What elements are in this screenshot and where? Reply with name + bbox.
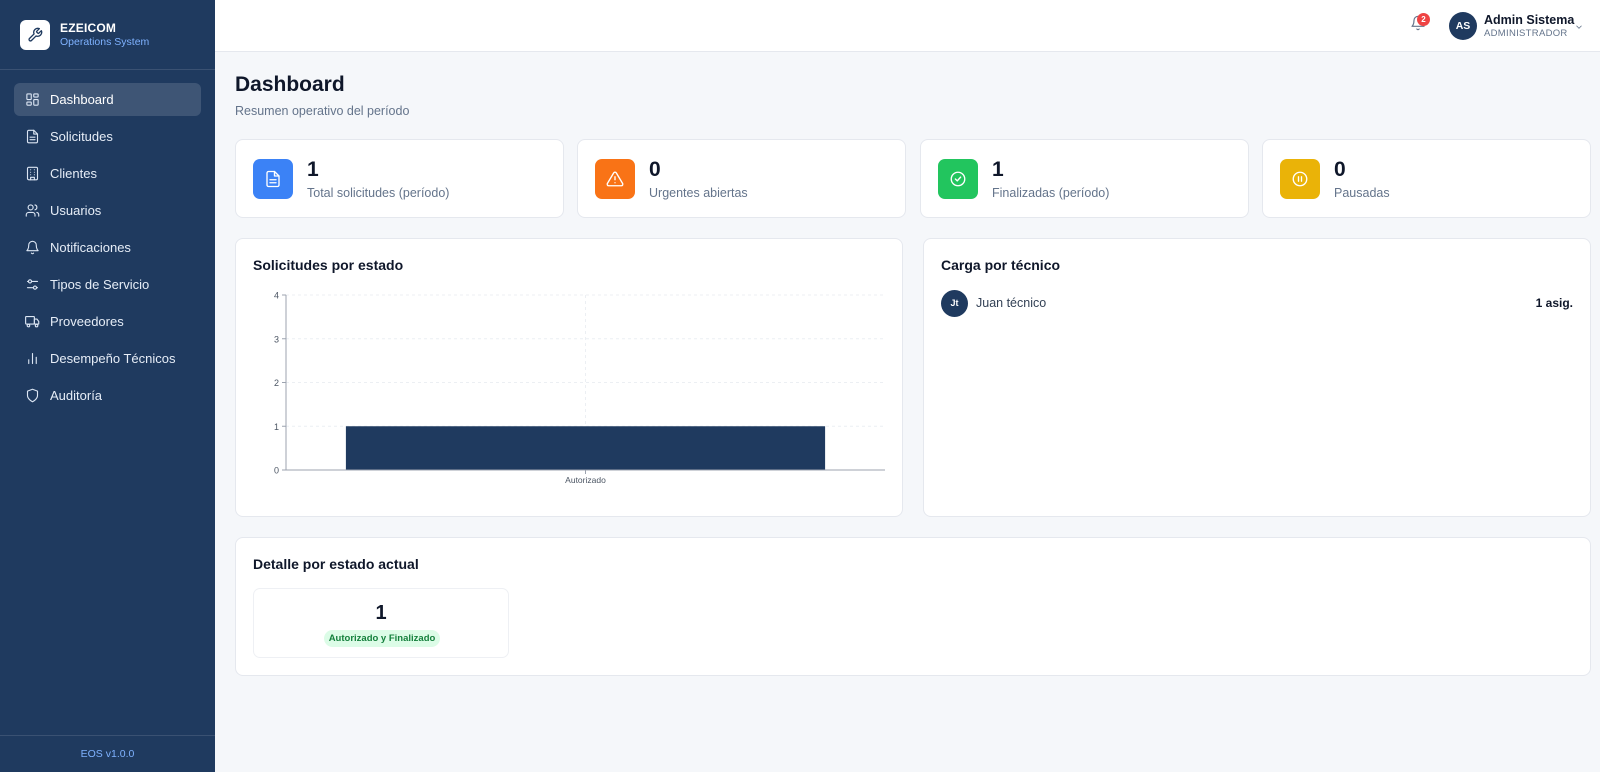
stat-card-urgentes-abiertas: 0 Urgentes abiertas	[577, 139, 906, 218]
user-name: Admin Sistema	[1484, 13, 1575, 27]
sidebar-item-label: Usuarios	[50, 203, 102, 218]
truck-icon	[24, 314, 40, 330]
y-tick-label: 4	[274, 291, 279, 301]
notification-count-badge: 2	[1417, 13, 1430, 26]
pause-circle-icon	[1280, 159, 1320, 199]
tech-count: 1 asig.	[1535, 296, 1573, 310]
brand-name: EZEICOM	[60, 21, 117, 35]
tech-name: Juan técnico	[976, 296, 1047, 310]
stat-card-pausadas: 0 Pausadas	[1262, 139, 1591, 218]
sidebar-item-dashboard[interactable]: Dashboard	[14, 83, 201, 116]
sidebar-item-label: Auditoría	[50, 388, 103, 403]
sidebar-item-label: Notificaciones	[50, 240, 131, 255]
avatar: Jt	[941, 289, 968, 317]
stat-label: Finalizadas (período)	[992, 186, 1110, 200]
bell-icon	[24, 240, 40, 256]
sidebar-item-label: Dashboard	[50, 92, 114, 107]
grid-icon	[24, 92, 40, 108]
sidebar-item-solicitudes[interactable]: Solicitudes	[14, 120, 201, 153]
brand-subtitle: Operations System	[60, 36, 150, 48]
sidebar-item-auditoria[interactable]: Auditoría	[14, 379, 201, 412]
chevron-down-icon[interactable]	[1574, 19, 1586, 31]
sidebar-item-notificaciones[interactable]: Notificaciones	[14, 231, 201, 264]
sidebar-item-label: Tipos de Servicio	[50, 277, 150, 292]
status-chart-card: Solicitudes por estado 0 1 2 3 4 Autorizado	[235, 238, 903, 517]
stat-label: Urgentes abiertas	[649, 186, 748, 200]
x-tick-label: Autorizado	[565, 475, 606, 485]
user-avatar[interactable]: AS	[1449, 12, 1477, 40]
bar-chart-icon	[24, 351, 40, 367]
y-tick-label: 0	[274, 466, 279, 476]
y-tick-label: 3	[274, 334, 279, 344]
list-item: Jt Juan técnico 1 asig.	[941, 289, 1573, 317]
document-icon	[24, 129, 40, 145]
y-tick-label: 2	[274, 378, 279, 388]
stat-value: 0	[1334, 158, 1346, 181]
topbar	[215, 0, 1600, 52]
detail-card: Detalle por estado actual 1 Autorizado y…	[235, 537, 1591, 676]
check-circle-icon	[938, 159, 978, 199]
page-title: Dashboard	[235, 73, 345, 96]
user-role: ADMINISTRADOR	[1484, 28, 1568, 39]
page-subtitle: Resumen operativo del período	[235, 104, 410, 118]
stat-card-total-solicitudes: 1 Total solicitudes (período)	[235, 139, 564, 218]
stat-value: 0	[649, 158, 661, 181]
stat-card-finalizadas: 1 Finalizadas (período)	[920, 139, 1249, 218]
warning-icon	[595, 159, 635, 199]
shield-icon	[24, 388, 40, 404]
status-detail-item: 1 Autorizado y Finalizado	[253, 588, 509, 658]
sidebar-item-usuarios[interactable]: Usuarios	[14, 194, 201, 227]
stat-value: 1	[992, 158, 1004, 181]
sidebar-item-clientes[interactable]: Clientes	[14, 157, 201, 190]
status-chart: 0 1 2 3 4 Autorizado	[274, 291, 885, 485]
sidebar: EZEICOM Operations System Dashboard Soli…	[0, 0, 215, 772]
sidebar-item-label: Desempeño Técnicos	[50, 351, 176, 366]
status-badge: Autorizado y Finalizado	[324, 630, 440, 647]
card-title: Solicitudes por estado	[253, 257, 404, 273]
sidebar-item-label: Proveedores	[50, 314, 124, 329]
chart-bar	[345, 426, 826, 470]
card-title: Detalle por estado actual	[253, 556, 419, 572]
wrench-icon	[20, 19, 50, 50]
sliders-icon	[24, 277, 40, 293]
brand[interactable]: EZEICOM Operations System	[0, 0, 215, 70]
stat-label: Pausadas	[1334, 186, 1390, 200]
user-menu[interactable]: Admin Sistema ADMINISTRADOR	[1484, 13, 1574, 39]
status-count: 1	[375, 602, 387, 624]
sidebar-nav: Dashboard Solicitudes Clientes Usuarios …	[0, 70, 215, 429]
y-tick-label: 1	[274, 422, 279, 432]
tech-load-card: Carga por técnico Jt Juan técnico 1 asig…	[923, 238, 1591, 517]
sidebar-item-label: Clientes	[50, 166, 97, 181]
sidebar-item-label: Solicitudes	[50, 129, 113, 144]
building-icon	[24, 166, 40, 182]
sidebar-item-proveedores[interactable]: Proveedores	[14, 305, 201, 338]
stat-value: 1	[307, 158, 319, 181]
card-title: Carga por técnico	[941, 257, 1061, 273]
app-version: EOS v1.0.0	[0, 735, 215, 772]
sidebar-item-tipos-de-servicio[interactable]: Tipos de Servicio	[14, 268, 201, 301]
users-icon	[24, 203, 40, 219]
stat-label: Total solicitudes (período)	[307, 186, 450, 200]
document-icon	[253, 159, 293, 199]
sidebar-item-desempeno-tecnicos[interactable]: Desempeño Técnicos	[14, 342, 201, 375]
